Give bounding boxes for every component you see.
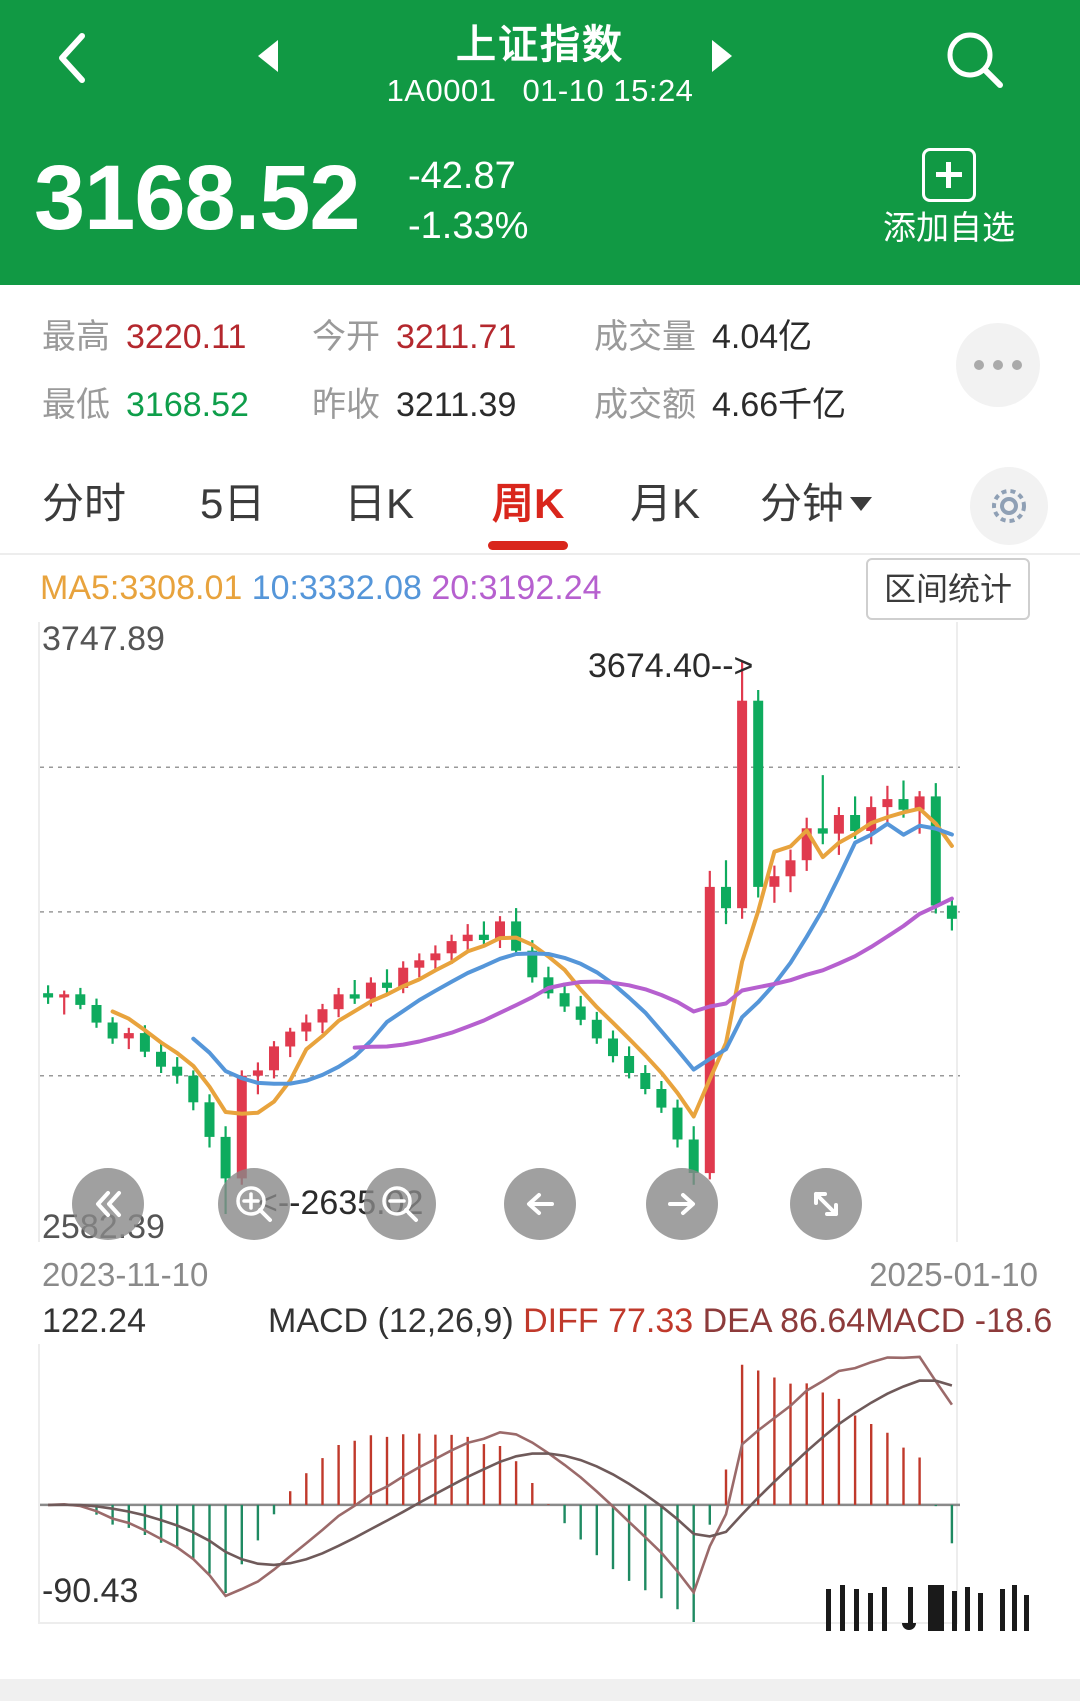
chart-date-axis: 2023-11-10 2025-01-10 [0, 1252, 1080, 1304]
pan-left-button[interactable] [504, 1168, 576, 1240]
chart-toolbar [0, 1168, 1080, 1242]
zoom-out-button[interactable] [364, 1168, 436, 1240]
last-price: 3168.52 [34, 147, 361, 249]
stat-high: 最高 3220.11 [42, 317, 246, 357]
stat-open-value: 3211.71 [396, 318, 517, 356]
plus-box-icon [922, 148, 976, 202]
search-button[interactable] [940, 26, 1010, 96]
stat-prev-close-value: 3211.39 [396, 386, 517, 424]
tab-weekly-k[interactable]: 周K [492, 475, 564, 533]
stat-prev-close: 昨收 3211.39 [312, 385, 516, 425]
price-change: -42.87 [408, 155, 516, 197]
macd-dea-value: DEA 86.64 [702, 1302, 866, 1340]
arrow-right-icon [668, 1193, 695, 1215]
candlestick-svg [40, 661, 960, 1214]
macd-legend: MACD (12,26,9) DIFF 77.33 DEA 86.64MACD … [268, 1298, 1052, 1344]
gear-icon [992, 489, 1026, 523]
ma10-legend: 10:3332.08 [251, 569, 422, 607]
stat-prev-close-label: 昨收 [312, 386, 380, 424]
macd-diff-value: DIFF 77.33 [523, 1302, 694, 1340]
macd-bar-value: MACD -18.6 [865, 1302, 1053, 1340]
double-chevron-left-icon [96, 1191, 121, 1217]
symbol-subtitle: 1A0001 01-10 15:24 [0, 70, 1080, 112]
range-statistics-button[interactable]: 区间统计 [865, 558, 1030, 620]
chart-period-tabs: 分时 5日 日K 周K 月K 分钟 [0, 457, 1080, 555]
more-dots-icon [974, 360, 984, 370]
search-icon [947, 32, 1003, 88]
stat-open-label: 今开 [312, 318, 380, 356]
add-favorite-label: 添加自选 [883, 209, 1015, 246]
fullscreen-button[interactable] [790, 1168, 862, 1240]
tab-daily-k[interactable]: 日K [344, 475, 414, 533]
magnifier-minus-icon [382, 1186, 418, 1222]
ma5-legend: MA5:3308.01 [40, 569, 243, 607]
magnifier-plus-icon [236, 1186, 272, 1222]
stat-low: 最低 3168.52 [42, 385, 249, 425]
tab-monthly-k[interactable]: 月K [630, 475, 700, 533]
candlestick-chart[interactable] [38, 622, 960, 1242]
symbol-code: 1A0001 [386, 73, 497, 108]
stat-low-label: 最低 [42, 386, 110, 424]
stat-volume-value: 4.04亿 [712, 318, 813, 356]
tab-minutes-label: 分钟 [760, 480, 845, 527]
price-change-percent: -1.33% [408, 205, 529, 247]
ma20-legend: 20:3192.24 [431, 569, 602, 607]
date-axis-start: 2023-11-10 [42, 1256, 209, 1293]
macd-svg [40, 1355, 960, 1622]
stat-turnover-label: 成交额 [594, 386, 696, 424]
pan-right-button[interactable] [646, 1168, 718, 1240]
stat-low-value: 3168.52 [126, 386, 249, 424]
macd-max-label: 122.24 [42, 1302, 146, 1340]
zoom-in-button[interactable] [218, 1168, 290, 1240]
tab-intraday[interactable]: 分时 [42, 475, 126, 533]
page-title: 上证指数 [456, 23, 624, 67]
tab-minutes[interactable]: 分钟 [760, 475, 873, 533]
stat-open: 今开 3211.71 [312, 317, 516, 357]
chart-max-label: 3747.89 [42, 620, 165, 658]
add-favorite-button[interactable]: 添加自选 [854, 148, 1044, 248]
chart-settings-button[interactable] [970, 467, 1048, 545]
stat-volume-label: 成交量 [594, 318, 696, 356]
bottom-divider [0, 1679, 1080, 1701]
arrow-left-icon [527, 1193, 554, 1215]
period-high-annotation: 3674.40--> [588, 647, 754, 685]
tab-active-indicator [488, 541, 568, 550]
macd-title-text: MACD (12,26,9) [268, 1302, 514, 1340]
ma-legend-text: MA5:3308.01 10:3332.08 20:3192.24 [40, 566, 602, 610]
chevron-down-icon [850, 497, 873, 511]
more-options-button[interactable] [956, 323, 1040, 407]
moving-average-legend: MA5:3308.01 10:3332.08 20:3192.24 区间统计 [0, 558, 1080, 620]
expand-diagonal-icon [814, 1192, 838, 1216]
macd-chart[interactable] [38, 1344, 960, 1624]
date-axis-end: 2025-01-10 [869, 1256, 1038, 1293]
macd-min-label: -90.43 [42, 1572, 139, 1610]
stat-turnover-value: 4.66千亿 [712, 386, 847, 424]
stat-high-label: 最高 [42, 318, 110, 356]
tab-5day[interactable]: 5日 [200, 475, 265, 533]
skip-back-button[interactable] [72, 1168, 144, 1240]
quote-stats: 最高 3220.11 今开 3211.71 成交量 4.04亿 最低 3168.52 昨… [0, 285, 1080, 457]
quote-datetime: 01-10 15:24 [522, 73, 694, 108]
stat-volume: 成交量 4.04亿 [594, 317, 812, 357]
quote-header: 上证指数 1A0001 01-10 15:24 3168.52 -42.87 -1… [0, 0, 1080, 285]
more-dots-icon [1012, 360, 1022, 370]
stat-high-value: 3220.11 [126, 318, 247, 356]
stat-turnover: 成交额 4.66千亿 [594, 385, 846, 425]
watermark-logo [826, 1585, 1029, 1631]
macd-header: 122.24 MACD (12,26,9) DIFF 77.33 DEA 86.… [0, 1298, 1080, 1344]
more-dots-icon [993, 360, 1003, 370]
